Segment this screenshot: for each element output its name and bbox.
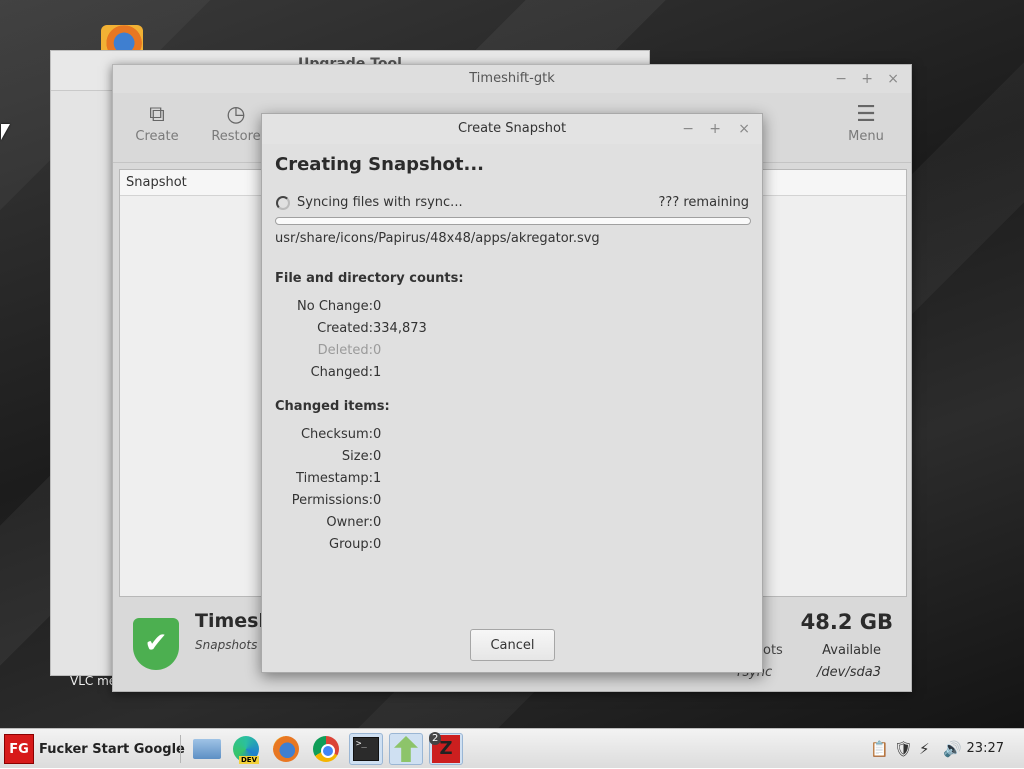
start-menu-button[interactable]: FG Fucker Start Google (4, 733, 185, 765)
changed-value: 0 (373, 515, 382, 530)
count-label: Created: (317, 321, 373, 336)
chrome-icon (313, 736, 339, 762)
status-subtitle: Snapshots w (195, 638, 271, 652)
count-row-deleted: Deleted: 0 (275, 343, 675, 363)
edge-dev-badge: DEV (239, 756, 260, 764)
count-value: 334,873 (373, 321, 427, 336)
count-value: 1 (373, 365, 382, 380)
time-remaining: ??? remaining (658, 195, 749, 210)
changed-row-group: Group: 0 (275, 537, 675, 557)
files-app-button[interactable] (190, 733, 224, 765)
network-icon[interactable]: ⚡ (919, 729, 930, 769)
timeshift-app-button[interactable]: Z 2 (429, 732, 463, 765)
dialog-maximize-button[interactable]: + (709, 115, 721, 143)
menu-button[interactable]: ☰ Menu (831, 101, 901, 144)
taskbar: FG Fucker Start Google DEV >_ Z 2 📋 🛡 ⚡ … (0, 728, 1024, 768)
hamburger-icon: ☰ (856, 102, 876, 127)
changed-label: Group: (329, 537, 373, 552)
spinner-icon (276, 196, 290, 210)
dialog-minimize-button[interactable]: − (682, 115, 694, 143)
folder-icon (193, 739, 221, 759)
count-label: No Change: (297, 299, 373, 314)
dialog-close-button[interactable]: × (738, 115, 750, 143)
changed-items-heading: Changed items: (275, 399, 390, 414)
dialog-heading: Creating Snapshot... (275, 154, 485, 175)
current-file-path: usr/share/icons/Papirus/48x48/apps/akreg… (275, 231, 600, 246)
maximize-button[interactable]: + (861, 65, 873, 93)
count-label: Changed: (310, 365, 373, 380)
changed-label: Checksum: (300, 427, 373, 442)
terminal-icon: >_ (353, 737, 379, 761)
dialog-title: Create Snapshot (457, 121, 567, 136)
shield-check-icon: ✔ (133, 618, 179, 670)
start-logo-icon: FG (4, 734, 34, 764)
upgrade-tool-sidebar (51, 91, 113, 675)
count-row-created: Created: 334,873 (275, 321, 675, 341)
taskbar-separator (180, 735, 181, 763)
count-label: Deleted: (317, 343, 373, 358)
changed-row-size: Size: 0 (275, 449, 675, 469)
firefox-icon (273, 736, 299, 762)
chrome-app-button[interactable] (309, 733, 343, 765)
device-label: /dev/sda3 (817, 665, 881, 680)
changed-label: Owner: (326, 515, 373, 530)
available-label: Available (822, 643, 881, 658)
count-value: 0 (373, 299, 382, 314)
clipboard-icon[interactable]: 📋 (870, 729, 889, 769)
create-button[interactable]: ⧉ Create (122, 101, 192, 144)
minimize-button[interactable]: − (835, 65, 847, 93)
cancel-button[interactable]: Cancel (470, 629, 555, 661)
count-value: 0 (373, 343, 382, 358)
vlc-desktop-label[interactable]: VLC me (70, 674, 116, 688)
upgrade-arrow-icon (394, 736, 418, 762)
dialog-titlebar[interactable]: Create Snapshot − + × (262, 114, 762, 144)
changed-value: 0 (373, 537, 382, 552)
changed-row-checksum: Checksum: 0 (275, 427, 675, 447)
create-snapshot-dialog: Create Snapshot − + × Creating Snapshot.… (261, 113, 763, 673)
changed-value: 0 (373, 493, 382, 508)
available-size: 48.2 GB (800, 610, 893, 634)
menu-label: Menu (848, 129, 884, 144)
changed-row-permissions: Permissions: 0 (275, 493, 675, 513)
restore-label: Restore (211, 129, 261, 144)
sync-status-label: Syncing files with rsync... (297, 195, 463, 210)
terminal-app-button[interactable]: >_ (349, 733, 383, 765)
upgrade-tool-app-button[interactable] (389, 733, 423, 765)
changed-value: 0 (373, 449, 382, 464)
changed-value: 1 (373, 471, 382, 486)
timeshift-titlebar[interactable]: Timeshift-gtk − + × (113, 65, 911, 93)
timeshift-title: Timeshift-gtk (469, 71, 555, 86)
changed-label: Timestamp: (296, 471, 373, 486)
changed-row-owner: Owner: 0 (275, 515, 675, 535)
close-button[interactable]: × (887, 65, 899, 93)
firefox-app-button[interactable] (269, 733, 303, 765)
file-counts-heading: File and directory counts: (275, 271, 464, 286)
progress-bar (275, 217, 751, 225)
create-label: Create (135, 129, 179, 144)
count-row-changed: Changed: 1 (275, 365, 675, 385)
changed-row-timestamp: Timestamp: 1 (275, 471, 675, 491)
edge-dev-icon: DEV (233, 736, 260, 764)
clock[interactable]: 23:27 (967, 729, 1004, 769)
start-menu-label: Fucker Start Google (39, 741, 185, 757)
changed-label: Size: (341, 449, 373, 464)
shield-icon[interactable]: 🛡 (894, 729, 913, 769)
create-snapshot-icon: ⧉ (149, 102, 165, 127)
volume-icon[interactable]: 🔊 (943, 729, 962, 769)
count-row-no-change: No Change: 0 (275, 299, 675, 319)
changed-label: Permissions: (291, 493, 373, 508)
status-snapshots-fragment: ots (763, 643, 783, 658)
changed-value: 0 (373, 427, 382, 442)
mouse-cursor-icon (1, 124, 10, 140)
edge-dev-app-button[interactable]: DEV (229, 733, 263, 765)
